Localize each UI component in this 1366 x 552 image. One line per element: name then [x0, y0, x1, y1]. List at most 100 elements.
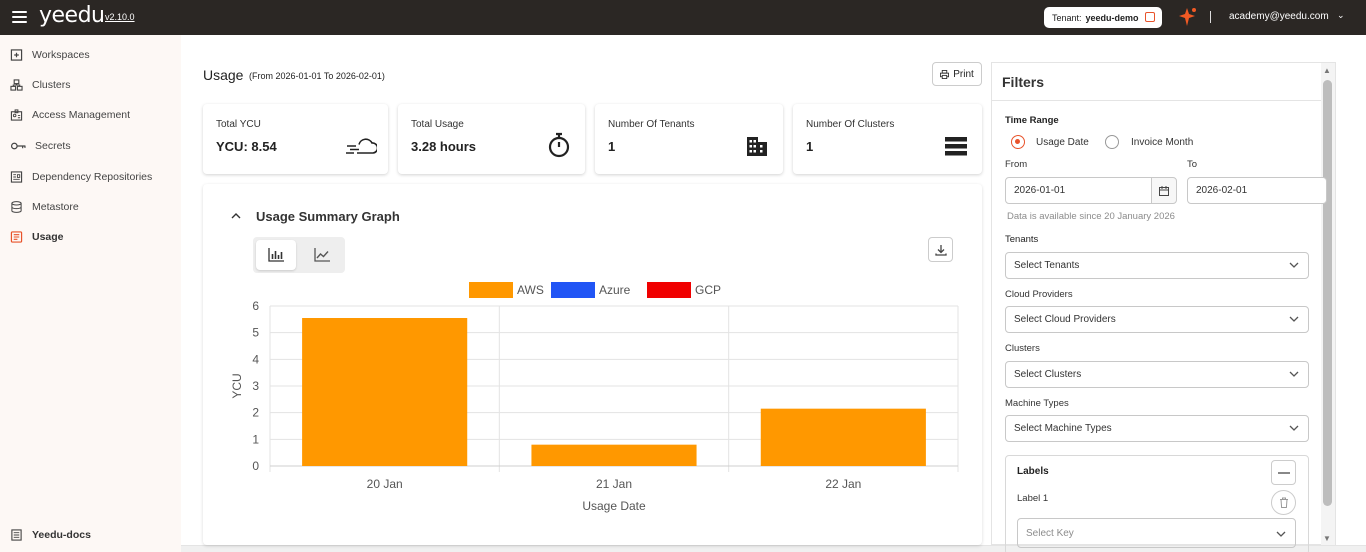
- x-tick-label: 22 Jan: [825, 477, 861, 491]
- tenant-switcher[interactable]: Tenant: yeedu-demo: [1044, 7, 1162, 28]
- stat-card-tenants: Number Of Tenants 1: [595, 104, 783, 174]
- page-title: Usage: [203, 67, 244, 83]
- stopwatch-icon: [548, 132, 570, 158]
- stat-value: 1: [608, 139, 616, 154]
- stat-card-total-ycu: Total YCU YCU: 8.54: [203, 104, 388, 174]
- cloud-providers-label: Cloud Providers: [1005, 289, 1073, 300]
- print-button[interactable]: Print: [932, 62, 982, 86]
- x-tick-label: 20 Jan: [367, 477, 403, 491]
- sidebar-item-label: Access Management: [32, 109, 131, 121]
- sidebar-item-label: Yeedu-docs: [32, 529, 91, 541]
- download-button[interactable]: [928, 237, 953, 262]
- chevron-down-icon: [1289, 316, 1299, 322]
- invoice-month-radio[interactable]: [1105, 135, 1119, 149]
- calendar-button[interactable]: [1151, 177, 1177, 204]
- to-date-input[interactable]: 2026-02-01: [1187, 177, 1327, 204]
- clusters-select[interactable]: Select Clusters: [1005, 361, 1309, 388]
- y-tick-label: 6: [252, 299, 259, 313]
- cloud-providers-placeholder: Select Cloud Providers: [1014, 314, 1116, 325]
- minus-icon: [1277, 471, 1290, 474]
- y-tick-label: 3: [252, 379, 259, 393]
- y-tick-label: 0: [252, 459, 259, 473]
- bar-chart-icon: [268, 248, 284, 262]
- delete-label-button[interactable]: [1271, 490, 1296, 515]
- line-chart-icon: [314, 248, 330, 262]
- page-subtitle: (From 2026-01-01 To 2026-02-01): [249, 71, 385, 81]
- bar-chart-button[interactable]: [256, 240, 296, 270]
- print-label: Print: [953, 68, 974, 80]
- docs-icon: [11, 529, 22, 541]
- label-key-select[interactable]: Select Key: [1017, 518, 1296, 548]
- labels-title: Labels: [1017, 466, 1049, 477]
- usage-icon: [10, 231, 23, 243]
- stat-card-total-usage: Total Usage 3.28 hours: [398, 104, 585, 174]
- machine-types-label: Machine Types: [1005, 398, 1069, 409]
- top-bar: yeedu v2.10.0 Tenant: yeedu-demo academy…: [0, 0, 1366, 35]
- stat-value: 1: [806, 139, 814, 154]
- x-tick-label: 21 Jan: [596, 477, 632, 491]
- sidebar-item-access-management[interactable]: Access Management: [0, 104, 181, 126]
- repository-icon: [10, 171, 23, 183]
- tenants-label: Tenants: [1005, 234, 1039, 245]
- stat-label: Number Of Clusters: [806, 119, 895, 130]
- y-axis-title: YCU: [230, 373, 244, 398]
- sidebar-item-label: Dependency Repositories: [32, 171, 153, 183]
- menu-icon[interactable]: [12, 11, 27, 23]
- usage-bar-chart: 0 1 2 3 4 5 6 20 Jan 21 Jan 22 Jan Usage Date YCU AW…: [230, 282, 959, 513]
- download-icon: [934, 244, 947, 256]
- y-tick-label: 5: [252, 326, 259, 340]
- cloud-speed-icon: [346, 138, 377, 154]
- stat-label: Total Usage: [411, 119, 464, 130]
- legend-label-azure: Azure: [599, 283, 631, 297]
- sidebar-item-yeedu-docs[interactable]: Yeedu-docs: [0, 524, 181, 546]
- key-icon: [10, 142, 26, 150]
- legend-swatch-gcp: [647, 282, 691, 298]
- clusters-placeholder: Select Clusters: [1014, 369, 1082, 380]
- collapse-labels-button[interactable]: [1271, 460, 1296, 485]
- stat-value: 3.28 hours: [411, 139, 477, 154]
- sidebar-item-secrets[interactable]: Secrets: [0, 135, 181, 157]
- sidebar-item-workspaces[interactable]: Workspaces: [0, 44, 181, 66]
- usage-date-label: Usage Date: [1036, 137, 1089, 148]
- cloud-providers-select[interactable]: Select Cloud Providers: [1005, 306, 1309, 333]
- stat-label: Total YCU: [216, 119, 261, 130]
- sidebar-item-dependency-repositories[interactable]: Dependency Repositories: [0, 166, 181, 188]
- filters-scrollbar-thumb[interactable]: [1323, 80, 1332, 506]
- label-1-title: Label 1: [1017, 493, 1049, 504]
- sidebar-item-label: Workspaces: [32, 49, 90, 61]
- machine-types-select[interactable]: Select Machine Types: [1005, 415, 1309, 442]
- y-tick-label: 2: [252, 406, 259, 420]
- scroll-up-icon[interactable]: ▲: [1323, 66, 1331, 75]
- to-label: To: [1187, 159, 1198, 170]
- scroll-down-icon[interactable]: ▼: [1323, 534, 1331, 543]
- header-divider: [1210, 11, 1211, 23]
- from-label: From: [1005, 159, 1028, 170]
- key-placeholder: Select Key: [1026, 527, 1074, 539]
- sidebar-item-label: Secrets: [35, 140, 71, 152]
- app-logo[interactable]: yeedu: [39, 3, 105, 28]
- sidebar-item-usage[interactable]: Usage: [0, 226, 181, 248]
- sidebar-item-metastore[interactable]: Metastore: [0, 196, 181, 218]
- chevron-up-icon[interactable]: [230, 210, 242, 222]
- account-menu[interactable]: academy@yeedu.com: [1229, 11, 1329, 22]
- stat-card-clusters: Number Of Clusters 1: [793, 104, 982, 174]
- chevron-down-icon[interactable]: ⌄: [1337, 10, 1345, 21]
- tenants-select[interactable]: Select Tenants: [1005, 252, 1309, 279]
- sidebar-item-clusters[interactable]: Clusters: [0, 74, 181, 96]
- chevron-down-icon: [1289, 425, 1299, 431]
- sidebar-item-label: Usage: [32, 231, 64, 243]
- version-link[interactable]: v2.10.0: [105, 12, 135, 22]
- printer-icon: [940, 69, 950, 79]
- stat-value: YCU: 8.54: [216, 139, 277, 154]
- y-tick-label: 4: [252, 352, 259, 366]
- line-chart-button[interactable]: [302, 240, 342, 270]
- from-date-input[interactable]: 2026-01-01: [1005, 177, 1152, 204]
- tenant-label: Tenant:: [1052, 12, 1082, 23]
- sidebar-item-label: Clusters: [32, 79, 71, 91]
- badge-icon: [10, 109, 23, 121]
- external-link-icon[interactable]: [1145, 12, 1155, 22]
- ai-sparkle-icon[interactable]: [1178, 7, 1198, 27]
- usage-date-radio[interactable]: [1011, 135, 1025, 149]
- database-icon: [11, 201, 22, 213]
- stat-label: Number Of Tenants: [608, 119, 695, 130]
